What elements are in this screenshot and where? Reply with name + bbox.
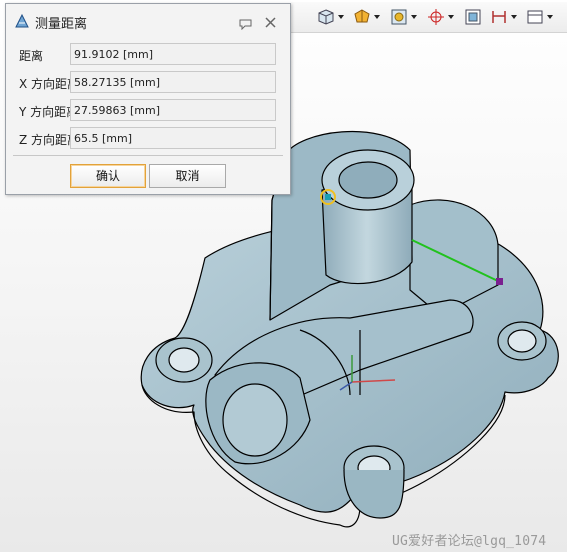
watermark: UG爱好者论坛@lgq_1074: [392, 534, 547, 549]
fit-view-icon[interactable]: [464, 6, 482, 28]
shaded-solid-icon[interactable]: [353, 6, 380, 28]
ok-button[interactable]: 确认: [70, 164, 146, 188]
row-x-distance: X 方向距离 58.27135 [mm]: [6, 71, 290, 95]
measure-distance-dialog: 测量距离 距离 91.9102 [mm] X 方向距离 58.27135 [mm…: [5, 3, 291, 195]
row-y-distance: Y 方向距离 27.59863 [mm]: [6, 99, 290, 123]
pin-icon[interactable]: [239, 15, 252, 34]
view-toolbar: [291, 2, 567, 33]
measure-tool-icon: [14, 13, 30, 33]
z-distance-field[interactable]: 65.5 [mm]: [70, 127, 276, 149]
render-style-icon[interactable]: [390, 6, 417, 28]
pipe-bore: [222, 383, 288, 457]
3d-viewport[interactable]: 测量距离 距离 91.9102 [mm] X 方向距离 58.27135 [mm…: [0, 0, 567, 552]
dimension-icon[interactable]: [490, 6, 517, 28]
cube-view-icon[interactable]: [317, 6, 344, 28]
distance-field[interactable]: 91.9102 [mm]: [70, 43, 276, 65]
divider: [13, 155, 283, 156]
layer-icon[interactable]: [526, 6, 553, 28]
snap-target-icon[interactable]: [427, 6, 454, 28]
y-distance-field[interactable]: 27.59863 [mm]: [70, 99, 276, 121]
close-icon[interactable]: [264, 14, 277, 33]
row-distance: 距离 91.9102 [mm]: [6, 43, 290, 67]
row-z-distance: Z 方向距离 65.5 [mm]: [6, 127, 290, 151]
dialog-titlebar[interactable]: 测量距离: [6, 4, 290, 38]
cancel-button[interactable]: 取消: [149, 164, 226, 188]
dialog-title: 测量距离: [35, 17, 88, 32]
row-label: 距离: [19, 49, 44, 63]
measure-end-point: [496, 278, 503, 285]
tower-bore: [338, 161, 398, 199]
x-distance-field[interactable]: 58.27135 [mm]: [70, 71, 276, 93]
